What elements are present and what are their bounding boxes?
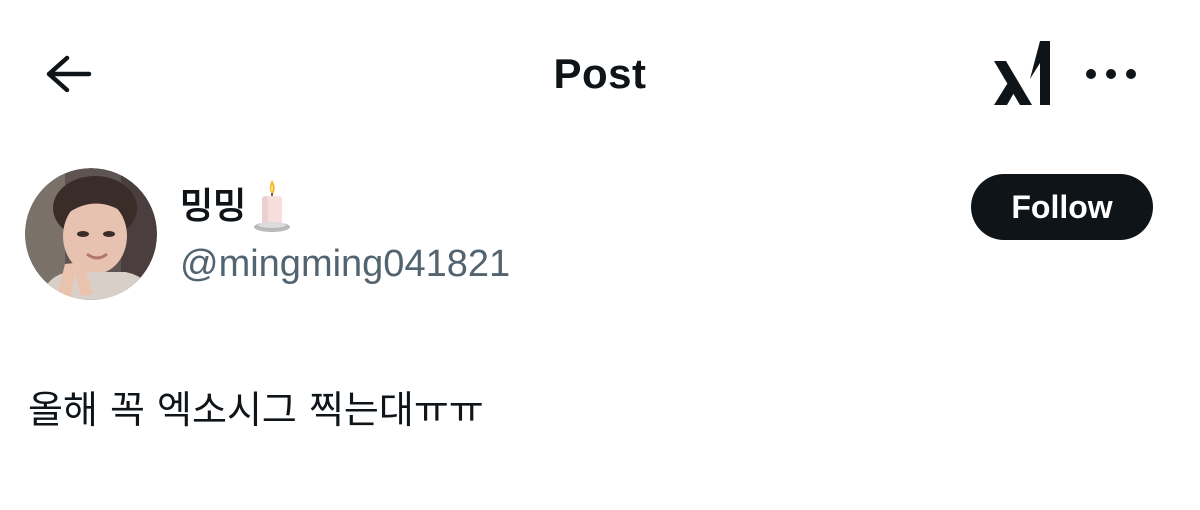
ellipsis-icon: [1086, 69, 1136, 79]
author-name-row[interactable]: 밍밍: [180, 176, 292, 236]
grok-button[interactable]: [990, 38, 1056, 108]
follow-button[interactable]: Follow: [971, 174, 1153, 240]
author-handle[interactable]: @mingming041821: [180, 240, 510, 288]
avatar[interactable]: [25, 168, 157, 300]
user-avatar: [25, 168, 157, 300]
more-options-button[interactable]: [1078, 52, 1144, 96]
top-bar: Post: [0, 0, 1200, 150]
display-name: 밍밍: [180, 185, 247, 226]
grok-icon: [994, 41, 1050, 105]
candle-icon: [254, 180, 291, 232]
post-text: 올해 꼭 엑소시그 찍는대ㅠㅠ: [28, 388, 484, 432]
